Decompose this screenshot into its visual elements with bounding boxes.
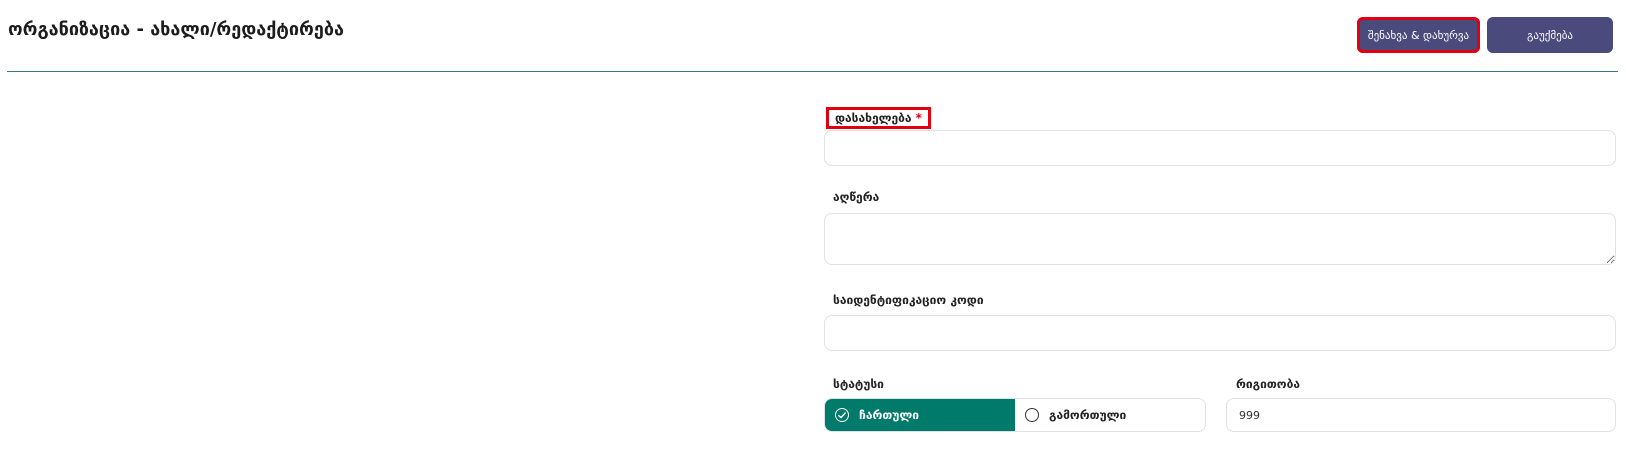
save-and-close-button[interactable]: შენახვა & დახურვა	[1357, 17, 1480, 53]
header-divider	[7, 71, 1618, 72]
empty-circle-icon	[1025, 408, 1039, 422]
description-label: აღწერა	[833, 190, 880, 204]
identification-code-input[interactable]	[824, 315, 1616, 351]
identification-code-label: საიდენტიფიკაციო კოდი	[833, 293, 984, 307]
name-input[interactable]	[824, 130, 1616, 166]
page-title: ორგანიზაცია - ახალი/რედაქტირება	[8, 19, 344, 40]
required-mark: *	[915, 111, 922, 125]
order-label: რიგითობა	[1236, 377, 1300, 391]
status-option-disabled[interactable]: გამორთული	[1015, 399, 1205, 431]
description-textarea[interactable]	[824, 213, 1616, 265]
name-label: დასახელება *	[826, 107, 931, 129]
cancel-button[interactable]: გაუქმება	[1487, 17, 1613, 53]
status-radio-group: ჩართული გამორთული	[824, 398, 1206, 432]
check-circle-icon	[835, 408, 849, 422]
order-input[interactable]	[1226, 398, 1616, 432]
name-label-text: დასახელება	[835, 111, 912, 125]
status-option-label: გამორთული	[1049, 408, 1127, 422]
status-option-label: ჩართული	[859, 408, 920, 422]
status-option-enabled[interactable]: ჩართული	[825, 399, 1015, 431]
header-actions: შენახვა & დახურვა გაუქმება	[1357, 17, 1613, 53]
status-label: სტატუსი	[833, 377, 884, 391]
